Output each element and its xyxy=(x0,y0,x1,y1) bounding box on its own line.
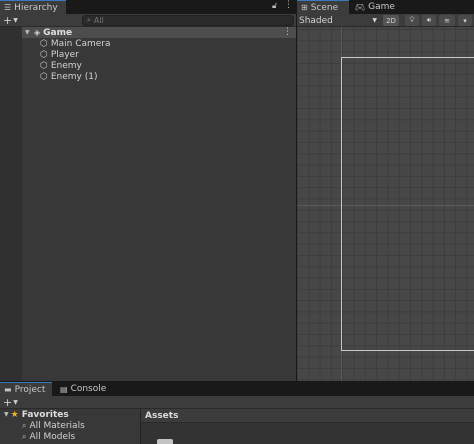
project-tabbar: ▬ Project ▤ Console xyxy=(0,382,474,396)
favorites-item-label: All Models xyxy=(29,431,76,442)
chevron-down-icon: ▼ xyxy=(13,17,18,24)
tab-hierarchy-label: Hierarchy xyxy=(14,2,58,13)
chevron-down-icon: ▼ xyxy=(372,17,377,24)
scene-visibility-toggle[interactable]: ▾ xyxy=(458,15,472,26)
search-icon: ⌕ xyxy=(22,431,27,441)
tab-game-label: Game xyxy=(368,2,395,12)
lock-icon[interactable]: 🔓︎ xyxy=(272,1,277,11)
plus-icon: + xyxy=(3,396,13,409)
favorites-tree: ▼ ★ Favorites ⌕ All Materials ⌕ All Mode… xyxy=(0,409,140,444)
panel-menu-icon[interactable]: ⋮ xyxy=(284,0,293,10)
hierarchy-item-label: Enemy xyxy=(50,60,82,71)
tab-hierarchy[interactable]: ☰ Hierarchy xyxy=(0,0,66,14)
scene-viewport[interactable] xyxy=(297,27,474,381)
hierarchy-item[interactable]: ⬡ Main Camera xyxy=(40,38,111,49)
tab-game[interactable]: 🎮︎ Game xyxy=(351,0,401,14)
gamepad-icon: 🎮︎ xyxy=(355,2,366,12)
audio-toggle[interactable]: 🔊︎ xyxy=(422,15,436,26)
hierarchy-item-label: Enemy (1) xyxy=(50,71,98,82)
assets-header: Assets xyxy=(141,409,474,423)
gameobject-cube-icon: ⬡ xyxy=(40,60,48,71)
hierarchy-tree: ▼ ◈ Game ⋮ ⬡ Main Camera ⬡ Player ⬡ Enem… xyxy=(0,27,296,381)
scene-name: Game xyxy=(43,27,73,38)
fold-arrow-icon[interactable]: ▼ xyxy=(25,29,34,36)
project-toolbar: + ▼ xyxy=(0,396,474,409)
effects-toggle[interactable]: ≋ xyxy=(439,15,455,26)
create-button[interactable]: + ▼ xyxy=(3,14,18,27)
star-icon: ★ xyxy=(10,409,19,420)
project-panel: ▬ Project ▤ Console + ▼ ▼ ★ Favorites ⌕ A… xyxy=(0,382,474,444)
favorites-item[interactable]: ⌕ All Materials xyxy=(22,420,85,431)
hierarchy-item[interactable]: ⬡ Enemy (1) xyxy=(40,71,98,82)
assets-header-label: Assets xyxy=(145,410,179,421)
hierarchy-toolbar: + ▼ ⌕ xyxy=(0,14,296,27)
speaker-icon: 🔊︎ xyxy=(426,16,432,24)
search-input[interactable] xyxy=(93,16,274,25)
scene-panel: ⊞ Scene 🎮︎ Game Shaded ▼ 2D 💡︎ 🔊︎ ≋ ▾ xyxy=(297,0,474,381)
toggle-2d-label: 2D xyxy=(386,16,396,25)
gameobject-cube-icon: ⬡ xyxy=(40,71,48,82)
tab-console-label: Console xyxy=(70,384,107,394)
scene-row[interactable]: ▼ ◈ Game ⋮ xyxy=(22,27,296,38)
hierarchy-item-label: Player xyxy=(50,49,79,60)
chevron-down-icon: ▾ xyxy=(463,16,467,25)
scene-tabbar: ⊞ Scene 🎮︎ Game xyxy=(297,0,474,14)
unity-scene-icon: ◈ xyxy=(34,28,41,37)
favorites-item-label: All Materials xyxy=(29,420,85,431)
tab-project-label: Project xyxy=(14,384,46,395)
tree-gutter xyxy=(0,27,22,381)
fold-arrow-icon[interactable]: ▼ xyxy=(4,411,9,418)
shading-mode-value: Shaded xyxy=(299,15,333,26)
chevron-down-icon: ▼ xyxy=(13,399,18,406)
favorites-header[interactable]: ▼ ★ Favorites xyxy=(4,409,69,420)
project-create-button[interactable]: + ▼ xyxy=(3,396,18,409)
lighting-toggle[interactable]: 💡︎ xyxy=(405,15,419,26)
tab-scene-label: Scene xyxy=(310,2,339,13)
search-icon: ⌕ xyxy=(22,420,27,430)
hierarchy-item-label: Main Camera xyxy=(50,38,111,49)
gameobject-cube-icon: ⬡ xyxy=(40,38,48,49)
plus-icon: + xyxy=(3,14,13,27)
scene-menu-icon[interactable]: ⋮ xyxy=(283,27,292,37)
tab-scene[interactable]: ⊞ Scene xyxy=(297,0,349,14)
camera-bounds xyxy=(341,57,474,351)
hierarchy-item[interactable]: ⬡ Player xyxy=(40,49,79,60)
hierarchy-item[interactable]: ⬡ Enemy xyxy=(40,60,82,71)
favorites-label: Favorites xyxy=(21,409,69,420)
list-icon: ☰ xyxy=(4,3,12,12)
grid-icon: ⊞ xyxy=(301,3,308,12)
tab-project[interactable]: ▬ Project xyxy=(0,382,52,396)
lightbulb-icon: 💡︎ xyxy=(409,16,415,24)
search-icon: ⌕ xyxy=(87,16,91,24)
hierarchy-search[interactable]: ⌕ xyxy=(82,15,294,26)
hierarchy-panel: ☰ Hierarchy 🔓︎ ⋮ +▼ ⌕ ▼ ◈ Game ⋮ ⬡ Main … xyxy=(0,0,296,381)
folder-icon: ▬ xyxy=(4,385,12,394)
shading-mode-dropdown[interactable]: Shaded ▼ xyxy=(299,14,379,27)
scene-toolbar: Shaded ▼ 2D 💡︎ 🔊︎ ≋ ▾ xyxy=(297,14,474,27)
gameobject-cube-icon: ⬡ xyxy=(40,49,48,60)
assets-pane: Assets xyxy=(141,409,474,444)
favorites-item[interactable]: ⌕ All Models xyxy=(22,431,75,442)
console-icon: ▤ xyxy=(60,384,68,394)
tab-console[interactable]: ▤ Console xyxy=(56,382,116,396)
folder-icon[interactable] xyxy=(157,439,173,444)
hierarchy-tabbar: ☰ Hierarchy 🔓︎ ⋮ xyxy=(0,0,296,14)
toggle-2d-button[interactable]: 2D xyxy=(383,15,399,26)
layers-icon: ≋ xyxy=(444,16,450,25)
